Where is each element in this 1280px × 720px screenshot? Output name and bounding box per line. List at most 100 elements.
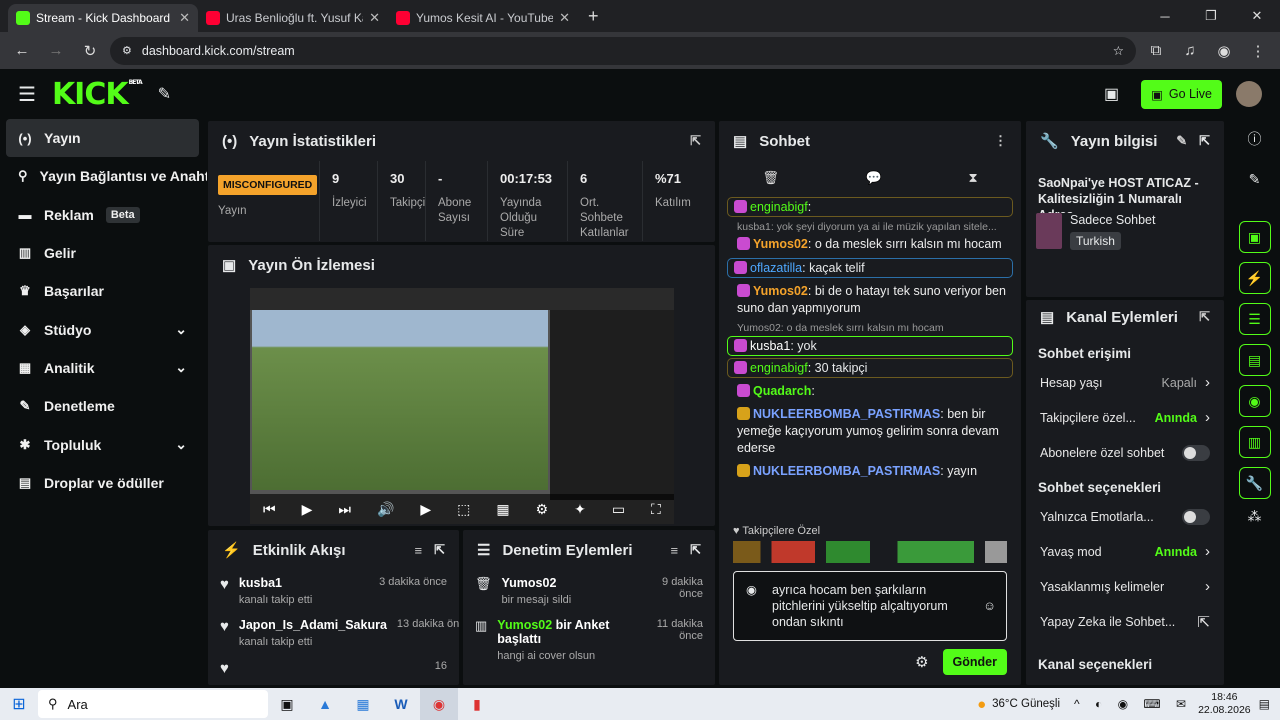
- tab-close-icon[interactable]: ✕: [559, 10, 570, 26]
- prev-icon[interactable]: ⏮: [263, 501, 276, 518]
- sidebar-item[interactable]: ◈ Stüdyo ⌄: [0, 310, 207, 348]
- volume-icon[interactable]: 🔊: [377, 501, 394, 518]
- task-view-icon[interactable]: ▣: [268, 688, 306, 720]
- rail-preview-icon[interactable]: ▣: [1238, 221, 1271, 253]
- category-name[interactable]: Sadece Sohbet: [1070, 213, 1156, 227]
- chat-username[interactable]: Yumos02: [753, 284, 808, 298]
- chat-bubble-icon[interactable]: 💬: [866, 170, 882, 186]
- next-icon[interactable]: ⏭: [338, 501, 351, 518]
- chat-settings-icon[interactable]: ⚙: [915, 653, 928, 671]
- chat-message[interactable]: Yumos02: o da meslek sırrı kalsın mı hoc…: [719, 233, 1021, 256]
- popout-icon[interactable]: ⇱: [690, 133, 701, 149]
- reload-icon[interactable]: ↻: [76, 37, 104, 65]
- emoji-icon[interactable]: ☺: [983, 598, 996, 614]
- fullscreen-icon[interactable]: ⛶: [651, 501, 661, 518]
- word-icon[interactable]: W: [382, 688, 420, 720]
- trash-icon[interactable]: 🗑: [762, 170, 779, 186]
- tab-close-icon[interactable]: ✕: [179, 10, 190, 26]
- crop-icon[interactable]: ⬚: [457, 501, 470, 518]
- filter-icon[interactable]: ≡: [671, 543, 679, 558]
- play-icon[interactable]: ▶: [302, 501, 313, 518]
- hamburger-icon[interactable]: ☰: [18, 82, 36, 107]
- activity-user[interactable]: kusba1: [239, 576, 312, 590]
- chat-username[interactable]: enginabigf: [750, 361, 808, 375]
- kick-logo[interactable]: KICK BETA: [52, 77, 143, 112]
- site-info-icon[interactable]: ⚙: [122, 44, 132, 57]
- rail-wrench-icon[interactable]: 🔧: [1238, 467, 1271, 499]
- rail-broadcast-icon[interactable]: ◉: [1238, 385, 1271, 417]
- pencil-icon[interactable]: ✎: [1229, 171, 1280, 221]
- popout-icon[interactable]: ⇱: [434, 542, 445, 558]
- chat-username[interactable]: NUKLEERBOMBA_PASTIRMAS: [753, 407, 940, 421]
- channel-option-row[interactable]: Yapay Zeka ile Sohbet... ⇱: [1026, 604, 1224, 639]
- store-icon[interactable]: ▦: [344, 688, 382, 720]
- channel-option-row[interactable]: Yasaklanmış kelimeler ›: [1026, 569, 1224, 604]
- back-icon[interactable]: ←: [8, 37, 36, 65]
- taskbar-search[interactable]: ⚲ Ara: [38, 690, 268, 718]
- channel-option-row[interactable]: Yavaş mod Anında ›: [1026, 534, 1224, 569]
- moderator-name[interactable]: Yumos02: [497, 618, 552, 632]
- go-live-button[interactable]: ▣ Go Live: [1141, 79, 1222, 109]
- edit-icon[interactable]: ✎: [1176, 133, 1187, 149]
- sidebar-item[interactable]: ✱ Topluluk ⌄: [0, 425, 207, 463]
- chat-message[interactable]: Quadarch:: [719, 380, 1021, 403]
- sidebar-item[interactable]: ✎ Denetleme: [0, 387, 207, 425]
- user-avatar[interactable]: [1236, 81, 1262, 107]
- settings-icon[interactable]: ⚙: [536, 501, 549, 518]
- emote-shield-icon[interactable]: ◉: [746, 582, 757, 598]
- rail-chat-icon[interactable]: ▤: [1238, 344, 1271, 376]
- moderator-name[interactable]: Yumos02: [502, 576, 557, 590]
- hourglass-icon[interactable]: ⧗: [969, 170, 978, 186]
- new-tab-icon[interactable]: +: [588, 6, 599, 27]
- chat-message[interactable]: Yumos02: bi de o hatayı tek suno veriyor…: [719, 280, 1021, 320]
- popout-icon[interactable]: ⇱: [1199, 133, 1210, 149]
- sidebar-item[interactable]: ⚲ Yayın Bağlantısı ve Anahtarı: [0, 157, 207, 195]
- close-window-icon[interactable]: ✕: [1234, 8, 1280, 24]
- minimize-icon[interactable]: ─: [1142, 9, 1188, 24]
- browser-tab[interactable]: Yumos Kesit AI - YouTube ✕: [388, 4, 578, 32]
- toggle-switch[interactable]: [1182, 508, 1210, 525]
- chat-input[interactable]: ◉ ayrıca hocam ben şarkıların pitchlerin…: [733, 571, 1007, 641]
- forward-icon[interactable]: →: [42, 37, 70, 65]
- notification-icon[interactable]: ▤: [1259, 697, 1270, 711]
- extensions-icon[interactable]: ⧉: [1142, 37, 1170, 65]
- tray-icons[interactable]: ^ ◐ ◉ ⌨ ✉: [1074, 697, 1192, 711]
- sidebar-item[interactable]: ▥ Gelir: [0, 234, 207, 272]
- photos-icon[interactable]: ▲: [306, 688, 344, 720]
- windows-start-icon[interactable]: ⊞: [0, 688, 38, 720]
- chat-username[interactable]: NUKLEERBOMBA_PASTIRMAS: [753, 464, 940, 478]
- chevron-down-icon[interactable]: ⌄: [175, 321, 187, 338]
- chat-message[interactable]: enginabigf: 30 takipçi: [727, 358, 1013, 378]
- chat-username[interactable]: oflazatilla: [750, 261, 802, 275]
- sidebar-item[interactable]: ♛ Başarılar: [0, 272, 207, 310]
- restore-icon[interactable]: ❐: [1188, 8, 1234, 24]
- chat-username[interactable]: Quadarch: [753, 384, 811, 398]
- chat-message[interactable]: NUKLEERBOMBA_PASTIRMAS: yayın: [719, 460, 1021, 483]
- sidebar-item[interactable]: ▤ Droplar ve ödüller: [0, 464, 207, 502]
- popout-icon[interactable]: ⇱: [690, 542, 701, 558]
- browser-tab[interactable]: Stream - Kick Dashboard ✕: [8, 4, 198, 32]
- chat-username[interactable]: enginabigf: [750, 200, 808, 214]
- chat-username[interactable]: kusba1: [750, 339, 790, 353]
- channel-option-row[interactable]: Takipçilere özel... Anında ›: [1026, 400, 1224, 435]
- sidebar-item[interactable]: ▬ Reklam Beta: [0, 196, 207, 234]
- menu-icon[interactable]: ⋮: [1244, 37, 1272, 65]
- media-icon[interactable]: ♫: [1176, 37, 1204, 65]
- chat-message[interactable]: enginabigf:: [727, 197, 1013, 217]
- url-field[interactable]: ⚙ dashboard.kick.com/stream ☆: [110, 36, 1136, 65]
- sidebar-item[interactable]: ▦ Analitik ⌄: [0, 349, 207, 387]
- chat-message[interactable]: kusba1: yok: [727, 336, 1013, 356]
- chat-message[interactable]: oflazatilla: kaçak telif: [727, 258, 1013, 278]
- filter-icon[interactable]: ≡: [415, 543, 423, 558]
- channel-option-row[interactable]: Hesap yaşı Kapalı ›: [1026, 365, 1224, 400]
- rail-share-icon[interactable]: ⁂: [1229, 508, 1280, 525]
- cam-icon[interactable]: ▶: [420, 501, 431, 518]
- chat-username[interactable]: Yumos02: [753, 237, 808, 251]
- gallery-icon[interactable]: ▦: [496, 501, 509, 518]
- chevron-down-icon[interactable]: ⌄: [175, 436, 187, 453]
- channel-option-row[interactable]: Abonelere özel sohbet: [1026, 435, 1224, 470]
- browser-tab[interactable]: Uras Benlioğlu ft. Yusuf Kay ✕: [198, 4, 388, 32]
- preview-video[interactable]: ⏮ ▶ ⏭ 🔊 ▶ ⬚ ▦ ⚙ ✦ ▭ ⛶: [250, 288, 674, 524]
- tools-icon[interactable]: ✎: [158, 84, 171, 104]
- tab-close-icon[interactable]: ✕: [369, 10, 380, 26]
